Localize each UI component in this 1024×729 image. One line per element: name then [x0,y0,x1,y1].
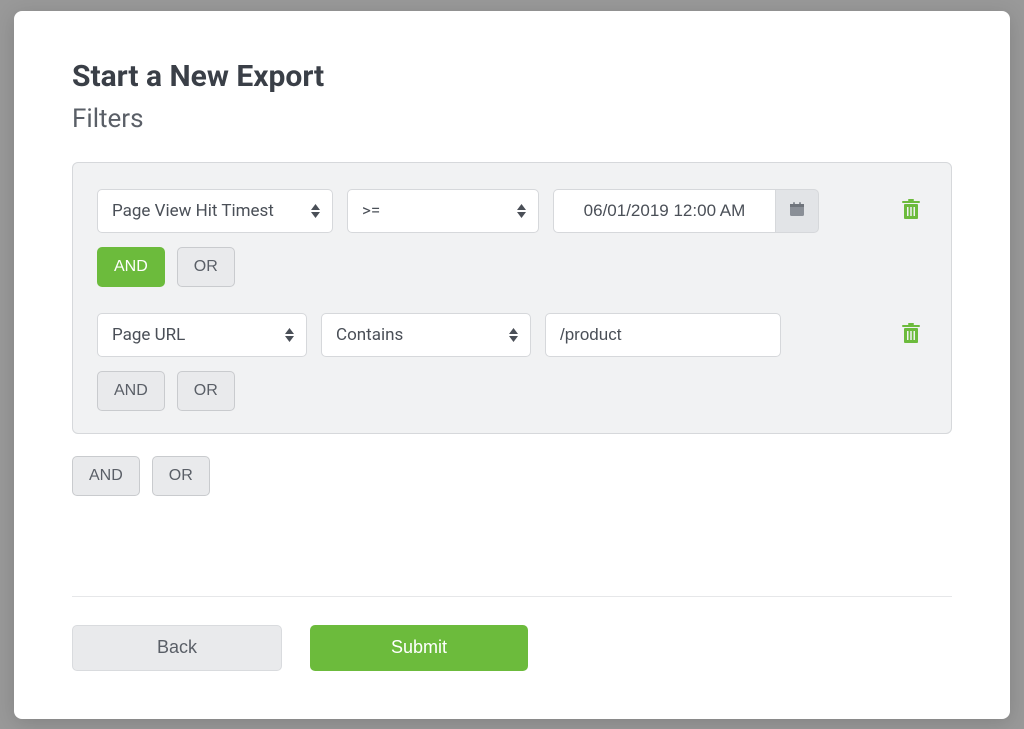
filter-row: Page View Hit Timest >= [97,189,927,233]
and-button[interactable]: AND [97,371,165,411]
filter-field-label: Page View Hit Timest [112,201,274,221]
logic-row: AND OR [97,371,927,411]
filter-operator-label: >= [362,201,380,221]
filter-field-select[interactable]: Page URL [97,313,307,357]
delete-filter-button[interactable] [895,316,927,353]
datetime-picker [553,189,819,233]
calendar-button[interactable] [775,189,819,233]
or-button[interactable]: OR [177,371,235,411]
filter-operator-select[interactable]: >= [347,189,539,233]
divider [72,596,952,597]
trash-icon [901,208,921,223]
filter-field-label: Page URL [112,325,185,345]
sort-icon [517,204,526,218]
delete-filter-button[interactable] [895,192,927,229]
logic-row: AND OR [97,247,927,287]
filter-value-input[interactable] [545,313,781,357]
trash-icon [901,332,921,347]
calendar-icon [789,201,805,221]
submit-button[interactable]: Submit [310,625,528,671]
filter-group: Page View Hit Timest >= [72,162,952,434]
and-button[interactable]: AND [97,247,165,287]
filter-operator-select[interactable]: Contains [321,313,531,357]
outer-logic-row: AND OR [72,456,952,496]
datetime-input[interactable] [553,189,775,233]
filters-heading: Filters [72,104,952,134]
action-row: Back Submit [72,625,952,671]
filter-operator-label: Contains [336,325,403,345]
or-button[interactable]: OR [177,247,235,287]
sort-icon [311,204,320,218]
sort-icon [509,328,518,342]
page-title: Start a New Export [72,59,952,94]
footer-area: Back Submit [72,596,952,671]
sort-icon [285,328,294,342]
and-button[interactable]: AND [72,456,140,496]
or-button[interactable]: OR [152,456,210,496]
export-modal: Start a New Export Filters Page View Hit… [14,11,1010,719]
back-button[interactable]: Back [72,625,282,671]
filter-field-select[interactable]: Page View Hit Timest [97,189,333,233]
filter-row: Page URL Contains [97,313,927,357]
